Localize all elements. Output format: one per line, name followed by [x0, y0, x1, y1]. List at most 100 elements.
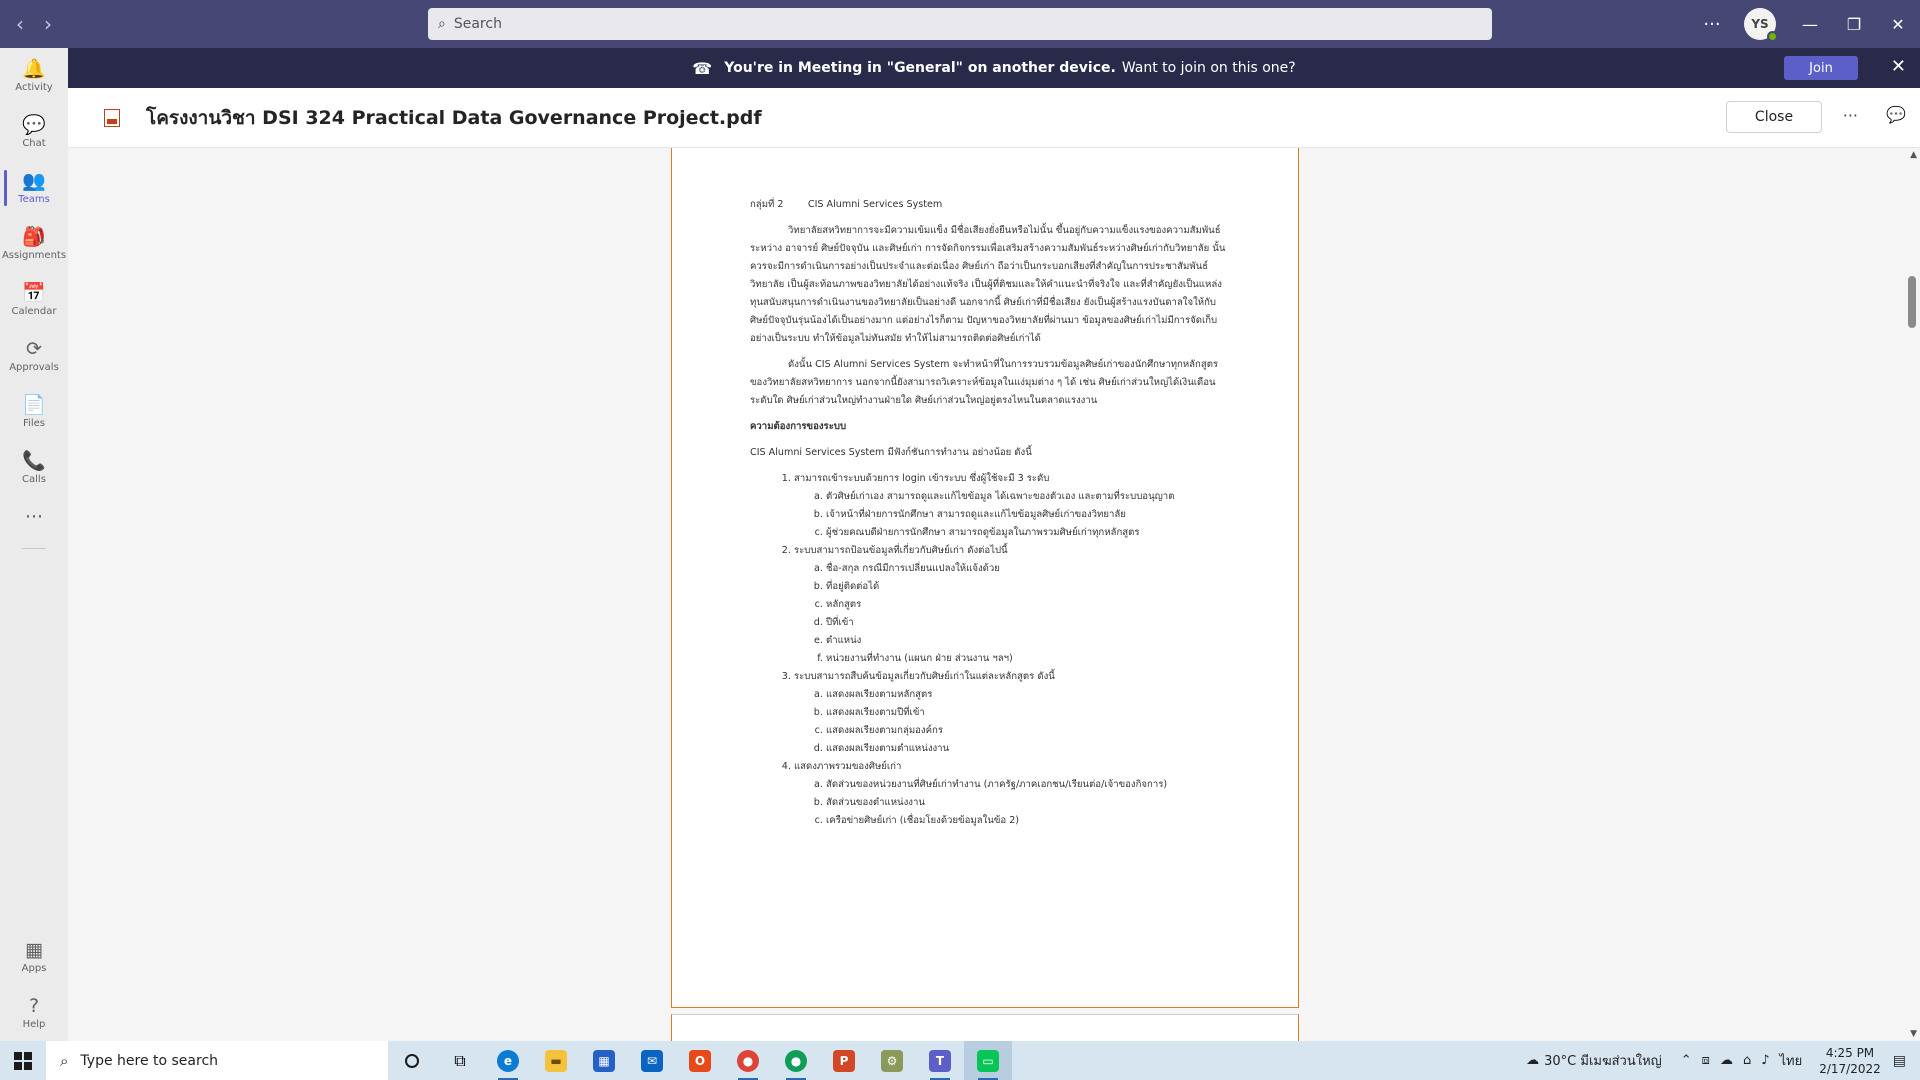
- requirements-intro: CIS Alumni Services System มีฟังก์ชันการ…: [750, 447, 1032, 458]
- banner-bold-text: You're in Meeting in "General" on anothe…: [724, 60, 1116, 76]
- rail-item-calendar[interactable]: 📅 Calendar: [0, 272, 68, 328]
- powerpoint-icon[interactable]: P: [820, 1041, 868, 1080]
- rail-label: Files: [23, 418, 45, 429]
- pdf-viewer[interactable]: กลุ่มที่ 2 CIS Alumni Services System วิ…: [68, 148, 1920, 1041]
- teams-taskbar-icon[interactable]: T: [916, 1041, 964, 1080]
- rail-label: Calls: [22, 474, 46, 485]
- rail-item-files[interactable]: 📄 Files: [0, 384, 68, 440]
- close-icon[interactable]: ✕: [1891, 56, 1906, 77]
- sub-list-item: หน่วยงานที่ทำงาน (แผนก ฝ่าย ส่วนงาน ฯลฯ): [826, 650, 1228, 668]
- rail-item-chat[interactable]: 💬 Chat: [0, 104, 68, 160]
- sub-list-item: ผู้ช่วยคณบดีฝ่ายการนักศึกษา สามารถดูข้อม…: [826, 524, 1228, 542]
- language-indicator[interactable]: ไทย: [1780, 1050, 1803, 1071]
- sub-list: แสดงผลเรียงตามหลักสูตร แสดงผลเรียงตามปีท…: [794, 686, 1228, 758]
- rail-item-activity[interactable]: 🔔 Activity: [0, 48, 68, 104]
- network-app-icon[interactable]: ⚙: [868, 1041, 916, 1080]
- chrome-icon[interactable]: ●: [724, 1041, 772, 1080]
- bell-icon: 🔔: [22, 58, 46, 80]
- mail-icon[interactable]: ✉: [628, 1041, 676, 1080]
- scrollbar-thumb[interactable]: [1908, 276, 1916, 328]
- document-header: โครงงานวิชา DSI 324 Practical Data Gover…: [68, 88, 1920, 148]
- rail-item-approvals[interactable]: ⟳ Approvals: [0, 328, 68, 384]
- avatar[interactable]: YS: [1744, 8, 1778, 42]
- close-document-button[interactable]: Close: [1726, 101, 1822, 133]
- search-icon: ⌕: [438, 16, 446, 32]
- weather-text: 30°C มีเมฆส่วนใหญ่: [1544, 1054, 1662, 1069]
- sub-list-item: แสดงผลเรียงตามตำแหน่งงาน: [826, 740, 1228, 758]
- calendar-icon: 📅: [22, 282, 46, 304]
- rail-item-calls[interactable]: 📞 Calls: [0, 440, 68, 496]
- search-input[interactable]: ⌕ Search: [428, 8, 1492, 40]
- more-apps-button[interactable]: ···: [0, 496, 68, 540]
- edge-icon[interactable]: e: [484, 1041, 532, 1080]
- rail-label: Activity: [15, 82, 53, 93]
- forward-arrow-icon[interactable]: ›: [34, 0, 62, 48]
- list-item-text: ระบบสามารถสืบค้นข้อมูลเกี่ยวกับศิษย์เก่า…: [794, 671, 1055, 682]
- rail-label: Chat: [22, 138, 46, 149]
- windows-logo-icon: [14, 1051, 32, 1070]
- rail-item-apps[interactable]: ▦ Apps: [0, 929, 68, 985]
- chrome-profile-icon[interactable]: ●: [772, 1041, 820, 1080]
- rail-item-assignments[interactable]: 🎒 Assignments: [0, 216, 68, 272]
- sub-list-item: แสดงผลเรียงตามหลักสูตร: [826, 686, 1228, 704]
- apps-icon: ▦: [25, 939, 43, 961]
- chevron-up-icon[interactable]: ⌃: [1681, 1053, 1692, 1068]
- approvals-icon: ⟳: [26, 338, 42, 360]
- document-more-icon[interactable]: ···: [1843, 106, 1858, 125]
- rail-label: Teams: [18, 194, 50, 205]
- network-icon[interactable]: ⌂: [1743, 1053, 1751, 1068]
- banner-text: Want to join on this one?: [1121, 60, 1296, 76]
- meet-now-icon[interactable]: ⧈: [1702, 1053, 1710, 1068]
- back-arrow-icon[interactable]: ‹: [6, 0, 34, 48]
- clock[interactable]: 4:25 PM 2/17/2022: [1819, 1045, 1881, 1077]
- app-rail: 🔔 Activity 💬 Chat 👥 Teams 🎒 Assignments …: [0, 48, 68, 1041]
- notification-icon[interactable]: ▤: [1893, 1053, 1906, 1069]
- scroll-up-icon[interactable]: ▲: [1910, 150, 1917, 160]
- cortana-icon[interactable]: [388, 1041, 436, 1080]
- weather-widget[interactable]: ☁ 30°C มีเมฆส่วนใหญ่: [1521, 1050, 1662, 1071]
- more-icon: ···: [24, 505, 44, 528]
- weather-cloud-icon: ☁: [1526, 1053, 1540, 1068]
- task-view-icon[interactable]: ⧉: [436, 1041, 484, 1080]
- avatar-initials: YS: [1751, 17, 1769, 31]
- teams-icon: 👥: [22, 170, 46, 192]
- assignments-icon: 🎒: [22, 226, 46, 248]
- scroll-down-icon[interactable]: ▼: [1910, 1029, 1917, 1039]
- conversation-icon[interactable]: 💬: [1886, 105, 1906, 124]
- pdf-page: กลุ่มที่ 2 CIS Alumni Services System วิ…: [671, 148, 1299, 1008]
- sub-list-item: ตัวศิษย์เก่าเอง สามารถดูและแก้ไขข้อมูล ไ…: [826, 488, 1228, 506]
- vertical-scrollbar[interactable]: ▲ ▼: [1904, 148, 1920, 1041]
- rail-label: Approvals: [9, 362, 59, 373]
- minimize-button[interactable]: —: [1788, 0, 1832, 48]
- rail-item-teams[interactable]: 👥 Teams: [0, 160, 68, 216]
- title-bar: ‹ › ⌕ Search ··· YS — ❐ ✕: [0, 0, 1920, 48]
- phone-icon: 📞: [22, 450, 46, 472]
- taskbar-search-input[interactable]: ⌕ Type here to search: [46, 1041, 388, 1080]
- volume-icon[interactable]: ♪: [1761, 1053, 1769, 1068]
- sub-list-item: ชื่อ-สกุล กรณีมีการเปลี่ยนแปลงให้แจ้งด้ว…: [826, 560, 1228, 578]
- sub-list: สัดส่วนของหน่วยงานที่ศิษย์เก่าทำงาน (ภาค…: [794, 776, 1228, 830]
- rail-item-help[interactable]: ? Help: [0, 985, 68, 1041]
- search-icon: ⌕: [60, 1051, 69, 1070]
- start-button[interactable]: [0, 1041, 46, 1080]
- file-explorer-icon[interactable]: ▬: [532, 1041, 580, 1080]
- list-item: สามารถเข้าระบบด้วยการ login เข้าระบบ ซึ่…: [794, 470, 1228, 542]
- paragraph: วิทยาลัยสหวิทยาการจะมีความเข้มแข็ง มีชื่…: [750, 225, 1226, 344]
- requirements-list: สามารถเข้าระบบด้วยการ login เข้าระบบ ซึ่…: [750, 470, 1228, 830]
- window-close-button[interactable]: ✕: [1876, 0, 1920, 48]
- more-options-button[interactable]: ···: [1692, 14, 1732, 35]
- office-icon[interactable]: O: [676, 1041, 724, 1080]
- help-icon: ?: [28, 995, 40, 1017]
- sub-list-item: ที่อยู่ติดต่อได้: [826, 578, 1228, 596]
- files-icon: 📄: [22, 394, 46, 416]
- line-app-icon[interactable]: ▭: [964, 1041, 1012, 1080]
- meeting-banner: ☎ You're in Meeting in "General" on anot…: [68, 48, 1920, 88]
- section-heading: ความต้องการของระบบ: [750, 421, 847, 432]
- sub-list: ชื่อ-สกุล กรณีมีการเปลี่ยนแปลงให้แจ้งด้ว…: [794, 560, 1228, 668]
- pdf-content: กลุ่มที่ 2 CIS Alumni Services System วิ…: [750, 196, 1228, 830]
- join-button[interactable]: Join: [1784, 56, 1858, 80]
- onedrive-icon[interactable]: ☁: [1720, 1053, 1733, 1068]
- store-icon[interactable]: ▦: [580, 1041, 628, 1080]
- restore-button[interactable]: ❐: [1832, 0, 1876, 48]
- clock-time: 4:25 PM: [1825, 1045, 1875, 1060]
